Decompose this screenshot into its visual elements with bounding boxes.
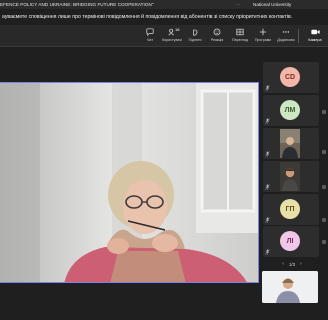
- notification-banner: ауваємете сповіщення лише про термінові …: [0, 9, 328, 25]
- active-speaker-video[interactable]: [0, 82, 259, 283]
- scroll-marker: [322, 185, 326, 189]
- react-button[interactable]: Реакція: [206, 26, 228, 46]
- participant-tile[interactable]: [263, 161, 319, 192]
- view-button[interactable]: Перегляд: [229, 26, 251, 46]
- camera-label: Камера: [308, 38, 322, 42]
- avatar: ЛМ: [280, 100, 300, 120]
- hand-icon: [193, 29, 198, 36]
- previous-page-icon[interactable]: ‹: [282, 261, 284, 267]
- participant-tile[interactable]: CD: [263, 62, 319, 93]
- mic-off-icon: [265, 151, 270, 157]
- scroll-marker: [322, 218, 326, 222]
- avatar: CD: [280, 67, 300, 87]
- participant-tile[interactable]: [263, 128, 319, 159]
- organization-name: National University: [253, 1, 292, 7]
- plus-icon: [259, 28, 267, 36]
- self-view-video[interactable]: [262, 271, 318, 303]
- people-count: 18: [175, 27, 180, 32]
- participant-pager: ‹ 1/3 ›: [264, 260, 320, 268]
- more-button[interactable]: Додатково: [275, 26, 297, 46]
- meeting-toolbar: Чат 18 Користувачі Підняти Реакція Перег…: [0, 25, 328, 47]
- window-title: EFENCE POLICY AND UKRAINE: BRIDGING FUTU…: [0, 1, 154, 7]
- mic-off-icon: [265, 249, 270, 255]
- apps-button[interactable]: Програми: [252, 26, 274, 46]
- raise-hand-button[interactable]: Підняти: [184, 26, 206, 46]
- notification-text: ауваємете сповіщення лише про термінові …: [2, 14, 293, 20]
- avatar: ЛІ: [280, 231, 300, 251]
- scroll-marker: [322, 240, 326, 244]
- more-options-icon[interactable]: ···: [236, 2, 241, 7]
- speaker-video-frame: [0, 83, 258, 282]
- react-label: Реакція: [210, 38, 224, 42]
- mic-off-icon: [265, 85, 270, 91]
- page-indicator: 1/3: [288, 261, 296, 267]
- title-bar: EFENCE POLICY AND UKRAINE: BRIDGING FUTU…: [0, 0, 328, 9]
- scroll-marker: [322, 150, 326, 154]
- self-view-frame: [262, 271, 318, 303]
- chat-icon: [146, 28, 154, 36]
- grid-view-icon: [236, 28, 244, 36]
- meeting-stage: [0, 48, 262, 320]
- more-label: Додатково: [277, 38, 295, 42]
- avatar-initials: ЛМ: [284, 106, 296, 114]
- toolbar-divider: [298, 29, 299, 43]
- mic-off-icon: [265, 217, 270, 223]
- camera-button[interactable]: Камера: [302, 26, 328, 46]
- chat-label: Чат: [147, 38, 153, 42]
- avatar: ГП: [280, 199, 300, 219]
- view-label: Перегляд: [232, 38, 248, 42]
- raise-hand-label: Підняти: [188, 38, 202, 42]
- chat-button[interactable]: Чат: [139, 26, 161, 46]
- participant-tile[interactable]: ГП: [263, 194, 319, 225]
- mic-off-icon: [265, 184, 270, 190]
- next-page-icon[interactable]: ›: [300, 261, 302, 267]
- teams-meeting-window: EFENCE POLICY AND UKRAINE: BRIDGING FUTU…: [0, 0, 328, 320]
- ellipsis-icon: [282, 31, 290, 33]
- avatar-initials: CD: [284, 73, 296, 81]
- apps-label: Програми: [254, 38, 272, 42]
- scroll-marker: [322, 110, 326, 114]
- avatar-initials: ЛІ: [286, 237, 294, 245]
- participant-photo: [280, 162, 300, 191]
- participant-photo: [280, 129, 300, 158]
- participant-tile[interactable]: ЛІ: [263, 226, 319, 257]
- camera-icon: [310, 29, 320, 35]
- people-button[interactable]: 18 Користувачі: [161, 26, 183, 46]
- avatar-initials: ГП: [285, 205, 295, 213]
- smiley-icon: [213, 28, 221, 36]
- mic-off-icon: [265, 118, 270, 124]
- people-label: Користувачі: [162, 38, 182, 42]
- participant-tile[interactable]: ЛМ: [263, 95, 319, 126]
